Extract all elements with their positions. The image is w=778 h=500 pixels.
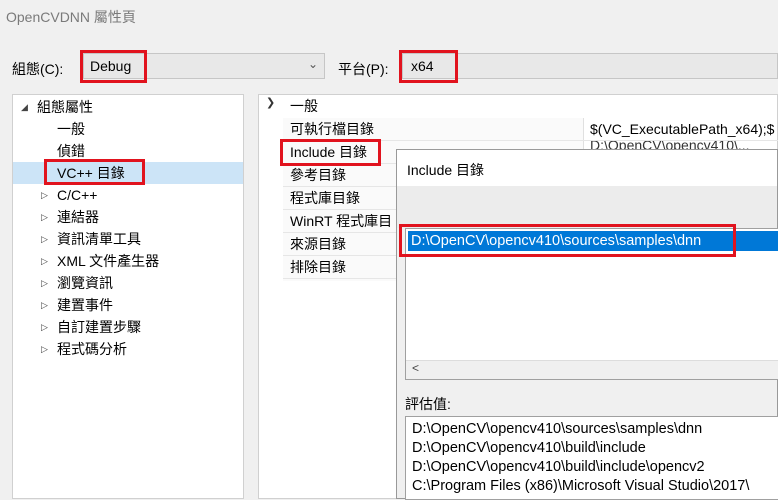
- include-dirs-highlight: [280, 139, 381, 166]
- config-highlight: [80, 50, 147, 83]
- scroll-left-icon[interactable]: <: [412, 361, 419, 375]
- tree-item-general[interactable]: 一般: [57, 118, 85, 140]
- expand-icon: ▷: [41, 190, 48, 200]
- config-label: 組態(C):: [12, 61, 64, 77]
- chevron-down-icon: ⌄: [307, 57, 318, 71]
- grid-section-header: 一般: [290, 98, 318, 114]
- collapse-icon: ◢: [21, 102, 28, 112]
- tree-panel: ◢ 組態屬性 一般 偵錯 VC++ 目錄 ▷ C/C++ ▷ 連結器 ▷ 資訊清…: [12, 94, 244, 499]
- grid-row-exec-dirs-value[interactable]: $(VC_ExecutablePath_x64);$: [590, 118, 778, 140]
- grid-row-exclude-dirs-name[interactable]: 排除目錄: [290, 256, 346, 278]
- platform-label: 平台(P):: [338, 61, 389, 77]
- chevron-down-icon[interactable]: ❯: [266, 96, 275, 109]
- grid-row-exec-dirs-name[interactable]: 可執行檔目錄: [290, 118, 374, 140]
- expand-icon: ▷: [41, 256, 48, 266]
- eval-line: C:\Program Files (x86)\Microsoft Visual …: [412, 478, 750, 494]
- expand-icon: ▷: [41, 212, 48, 222]
- evaluated-value-box[interactable]: D:\OpenCV\opencv410\sources\samples\dnn …: [405, 416, 778, 500]
- expand-icon: ▷: [41, 234, 48, 244]
- eval-line: D:\OpenCV\opencv410\sources\samples\dnn: [412, 421, 703, 437]
- grid-row-library-dirs-name[interactable]: 程式庫目錄: [290, 187, 360, 209]
- dialog-toolbar: [397, 186, 777, 228]
- expand-icon: ▷: [41, 300, 48, 310]
- platform-dropdown[interactable]: x64: [402, 53, 778, 79]
- eval-lines: D:\OpenCV\opencv410\sources\samples\dnn …: [412, 420, 749, 496]
- window-title: OpenCVDNN 屬性頁: [6, 9, 136, 25]
- grid-row-source-dirs-name[interactable]: 來源目錄: [290, 233, 346, 255]
- horizontal-scrollbar[interactable]: <: [406, 360, 778, 379]
- grid-row-include-dirs-value[interactable]: D:\OpenCV\opencv410\...: [590, 141, 778, 149]
- expand-icon: ▷: [41, 278, 48, 288]
- tree-root-label: 組態屬性: [37, 99, 93, 115]
- grid-row-winrt-dirs-name[interactable]: WinRT 程式庫目: [290, 210, 398, 232]
- eval-line: D:\OpenCV\opencv410\build\include: [412, 440, 646, 456]
- directory-entry-highlight: [399, 224, 736, 257]
- dialog-title: Include 目錄: [407, 162, 485, 178]
- expand-icon: ▷: [41, 344, 48, 354]
- platform-highlight: [399, 50, 458, 83]
- grid-row-reference-dirs-name[interactable]: 參考目錄: [290, 164, 346, 186]
- vc-directories-highlight: [44, 159, 145, 185]
- expand-icon: ▷: [41, 322, 48, 332]
- include-dirs-dialog: Include 目錄 D:\OpenCV\opencv410\sources\s…: [396, 149, 778, 500]
- eval-label: 評估值:: [405, 396, 451, 412]
- eval-line: D:\OpenCV\opencv410\build\include\opencv…: [412, 459, 705, 475]
